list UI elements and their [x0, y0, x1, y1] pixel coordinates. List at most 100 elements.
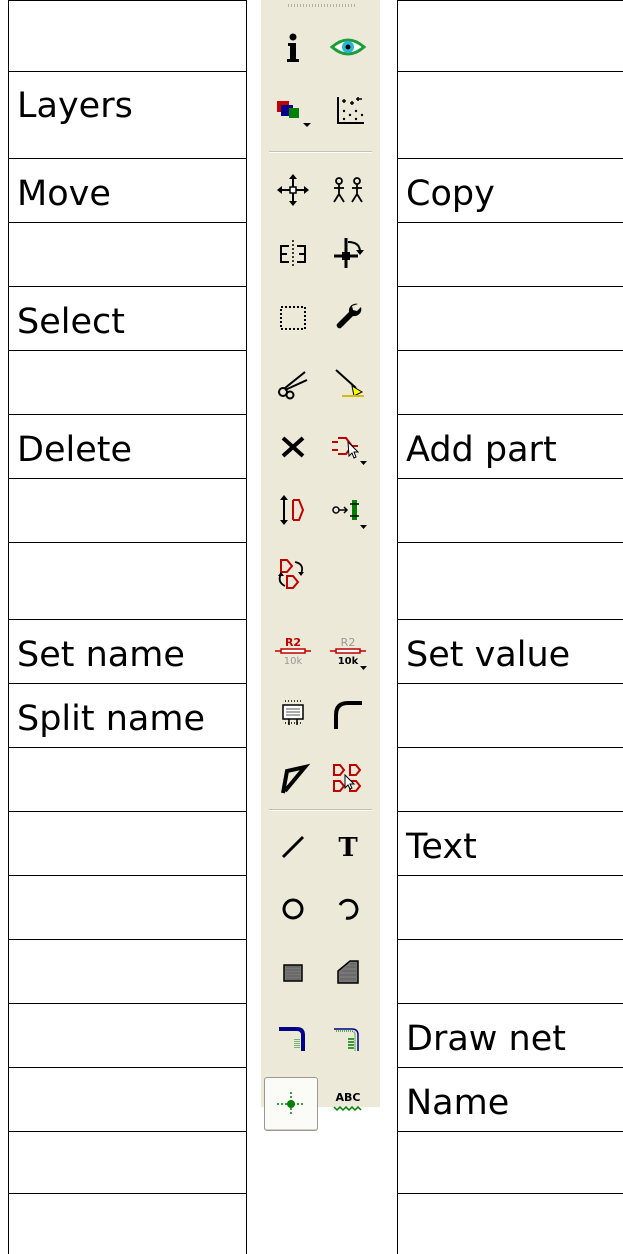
- rect-icon: [283, 964, 303, 982]
- copy-button[interactable]: [321, 163, 375, 217]
- replace-button[interactable]: [321, 483, 375, 537]
- name-label: Name: [406, 1083, 510, 1123]
- table-row: [9, 222, 246, 286]
- table-row: [398, 350, 623, 414]
- circle-button[interactable]: [266, 882, 320, 936]
- replace-icon: [332, 500, 367, 529]
- info-icon: [287, 33, 299, 62]
- junction-icon: [277, 1092, 305, 1116]
- split-name-button[interactable]: [266, 688, 320, 742]
- copy-icon: [333, 177, 363, 203]
- move-button[interactable]: [266, 163, 320, 217]
- set-name-label: Set name: [17, 635, 185, 675]
- delete-button[interactable]: [266, 419, 320, 473]
- label-button[interactable]: ABC: [321, 1076, 375, 1130]
- table-row: [9, 1003, 246, 1067]
- circle-icon: [282, 898, 304, 920]
- toolbar-separator: [269, 809, 372, 811]
- text-label: Text: [406, 827, 477, 867]
- table-row: [9, 350, 246, 414]
- table-row: Set value: [398, 619, 623, 683]
- table-row: Layers: [9, 71, 246, 158]
- pinswap-button[interactable]: [266, 483, 320, 537]
- wire-icon: [281, 835, 305, 859]
- wire-button[interactable]: [266, 818, 320, 872]
- net-button[interactable]: [321, 1010, 375, 1064]
- invoke-button[interactable]: [321, 752, 375, 806]
- rotate-icon: [334, 238, 364, 268]
- invoke-icon: [333, 764, 362, 792]
- cut-button[interactable]: [266, 355, 320, 409]
- table-row: [398, 478, 623, 542]
- table-row: Name: [398, 1067, 623, 1131]
- set-name-button[interactable]: R2 10k: [266, 624, 320, 678]
- gateswap-icon: [278, 559, 304, 589]
- table-row: [398, 222, 623, 286]
- rotate-button[interactable]: [321, 227, 375, 281]
- copy-label: Copy: [406, 174, 495, 214]
- table-row: Delete: [9, 414, 246, 478]
- mirror-icon: [280, 240, 306, 268]
- grid-button[interactable]: [321, 82, 375, 136]
- move-label: Move: [17, 174, 111, 214]
- toolbar-grip[interactable]: [288, 4, 356, 7]
- table-row: [398, 683, 623, 747]
- layers-button[interactable]: [266, 82, 320, 136]
- delete-label: Delete: [17, 430, 132, 470]
- table-row: Add part: [398, 414, 623, 478]
- set-value-label: Set value: [406, 635, 571, 675]
- select-label: Select: [17, 302, 125, 342]
- rect-button[interactable]: [266, 946, 320, 1000]
- move-icon: [277, 174, 309, 206]
- table-row: Set name: [9, 619, 246, 683]
- svg-text:10k: 10k: [338, 656, 359, 667]
- arc-button[interactable]: [321, 882, 375, 936]
- table-row: Split name: [9, 683, 246, 747]
- set-value-button[interactable]: R2 10k: [321, 624, 375, 678]
- table-row: [9, 747, 246, 811]
- bus-button[interactable]: [266, 1010, 320, 1064]
- set-value-icon: R2 10k: [330, 636, 367, 670]
- table-row: [398, 939, 623, 1003]
- mirror-button[interactable]: [266, 227, 320, 281]
- paste-icon: [335, 369, 364, 397]
- show-button[interactable]: [321, 20, 375, 74]
- table-row: [9, 811, 246, 875]
- text-button[interactable]: T: [321, 818, 375, 872]
- select-icon: [280, 306, 306, 330]
- svg-text:R2: R2: [341, 636, 356, 649]
- miter-button[interactable]: [321, 688, 375, 742]
- table-row: [398, 0, 623, 71]
- split-icon: [281, 763, 311, 794]
- junction-button[interactable]: [264, 1077, 318, 1131]
- table-row: [9, 542, 246, 619]
- delete-icon: [281, 436, 305, 458]
- draw-net-label: Draw net: [406, 1019, 566, 1059]
- change-button[interactable]: [321, 291, 375, 345]
- add-part-button[interactable]: [321, 419, 375, 473]
- table-row: [9, 478, 246, 542]
- table-row: [398, 542, 623, 619]
- paste-button[interactable]: [321, 355, 375, 409]
- table-row: [398, 747, 623, 811]
- split-button[interactable]: [266, 752, 320, 806]
- pinswap-icon: [280, 495, 305, 525]
- polygon-button[interactable]: [321, 946, 375, 1000]
- add-part-icon: [332, 437, 367, 465]
- layers-icon: [277, 101, 311, 127]
- net-icon: [334, 1028, 359, 1051]
- table-row: [9, 1131, 246, 1193]
- label-icon: ABC: [333, 1091, 362, 1112]
- group-select-button[interactable]: [266, 291, 320, 345]
- bus-icon: [279, 1027, 305, 1051]
- table-row: Move: [9, 158, 246, 222]
- gateswap-button[interactable]: [266, 547, 320, 601]
- info-button[interactable]: [266, 20, 320, 74]
- set-name-icon: R2 10k: [275, 636, 311, 667]
- svg-text:10k: 10k: [284, 656, 303, 667]
- table-row: [398, 71, 623, 158]
- text-icon: T: [338, 833, 358, 863]
- add-part-label: Add part: [406, 430, 557, 470]
- table-row: Copy: [398, 158, 623, 222]
- polygon-icon: [337, 960, 359, 984]
